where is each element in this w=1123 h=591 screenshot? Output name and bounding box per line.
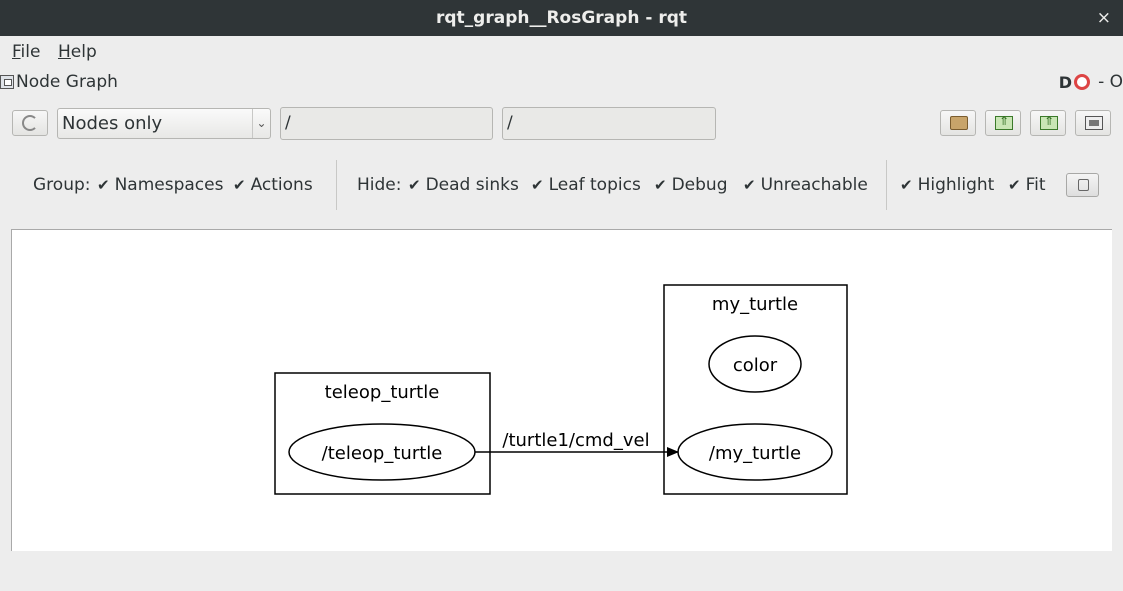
checkbox-checked-icon: ✔	[97, 176, 110, 194]
close-icon[interactable]: ×	[1097, 0, 1111, 36]
unreachable-label: Unreachable	[760, 175, 868, 195]
group-label: Group:	[33, 175, 91, 195]
topic-filter-input[interactable]: /	[502, 107, 716, 140]
checkbox-checked-icon: ✔	[743, 176, 756, 194]
hide-label: Hide:	[357, 175, 402, 195]
menu-help[interactable]: Help	[58, 42, 97, 62]
graph-edge-label: /turtle1/cmd_vel	[502, 430, 649, 451]
menu-help-label: elp	[70, 42, 97, 62]
dead-sinks-label: Dead sinks	[425, 175, 519, 195]
window-titlebar: rqt_graph__RosGraph - rqt ×	[0, 0, 1123, 36]
checkbox-checked-icon: ✔	[654, 176, 667, 194]
highlight-checkbox[interactable]: ✔ Highlight	[900, 175, 994, 195]
options-bar: Group: ✔ Namespaces ✔ Actions Hide: ✔ Dead …	[0, 155, 1123, 215]
namespaces-label: Namespaces	[114, 175, 224, 195]
fit-view-icon	[1078, 179, 1089, 191]
cluster-label: my_turtle	[712, 294, 798, 315]
dock-d-icon[interactable]: D	[1059, 73, 1072, 92]
checkbox-checked-icon: ✔	[900, 176, 913, 194]
leaf-topics-label: Leaf topics	[548, 175, 641, 195]
actions-label: Actions	[250, 175, 313, 195]
graph-svg: teleop_turtle my_turtle /teleop_turtle c…	[274, 284, 848, 495]
debug-checkbox[interactable]: ✔ Debug	[654, 175, 727, 195]
export-dot-icon	[995, 114, 1013, 130]
menubar: File Help	[0, 36, 1123, 68]
plugin-title-bar: Node Graph	[0, 72, 118, 92]
refresh-button[interactable]	[12, 110, 48, 136]
refresh-icon	[22, 115, 38, 131]
node-filter-input[interactable]: /	[280, 107, 493, 140]
save-svg-button[interactable]	[1030, 110, 1066, 136]
window-title: rqt_graph__RosGraph - rqt	[435, 8, 687, 28]
menu-file-mnemonic: F	[12, 42, 21, 62]
checkbox-checked-icon: ✔	[1008, 176, 1021, 194]
actions-checkbox[interactable]: ✔ Actions	[233, 175, 313, 195]
checkbox-checked-icon: ✔	[408, 176, 421, 194]
leaf-topics-checkbox[interactable]: ✔ Leaf topics	[531, 175, 641, 195]
menu-file[interactable]: File	[12, 42, 40, 62]
graph-node-label: /teleop_turtle	[322, 443, 443, 464]
fit-label: Fit	[1025, 175, 1046, 195]
help-lifebuoy-icon[interactable]	[1074, 74, 1091, 90]
cluster-label: teleop_turtle	[325, 382, 440, 403]
fit-in-view-button[interactable]	[1066, 173, 1099, 197]
dead-sinks-checkbox[interactable]: ✔ Dead sinks	[408, 175, 519, 195]
load-dot-button[interactable]	[940, 110, 976, 136]
dock-minimize-close[interactable]: - O	[1098, 72, 1123, 92]
save-image-icon	[1085, 116, 1103, 130]
plugin-window-icon	[0, 75, 14, 89]
export-svg-icon	[1040, 114, 1058, 130]
menu-help-mnemonic: H	[58, 42, 71, 62]
checkbox-checked-icon: ✔	[233, 176, 246, 194]
fit-checkbox[interactable]: ✔ Fit	[1008, 175, 1046, 195]
namespaces-checkbox[interactable]: ✔ Namespaces	[97, 175, 223, 195]
dock-controls: D - O	[1059, 72, 1123, 92]
graph-mode-select[interactable]: Nodes only ⌄	[57, 108, 271, 139]
save-image-button[interactable]	[1075, 110, 1111, 136]
chevron-down-icon: ⌄	[252, 109, 270, 138]
graph-node-label: color	[733, 355, 778, 376]
unreachable-checkbox[interactable]: ✔ Unreachable	[743, 175, 868, 195]
separator	[886, 160, 887, 210]
folder-icon	[950, 116, 968, 130]
checkbox-checked-icon: ✔	[531, 176, 544, 194]
graph-node-label: /my_turtle	[709, 443, 801, 464]
plugin-title: Node Graph	[16, 72, 118, 92]
graph-mode-value: Nodes only	[62, 113, 163, 134]
save-dot-button[interactable]	[985, 110, 1021, 136]
graph-canvas[interactable]: teleop_turtle my_turtle /teleop_turtle c…	[11, 229, 1112, 551]
highlight-label: Highlight	[917, 175, 995, 195]
menu-file-label: ile	[20, 42, 41, 62]
separator	[336, 160, 337, 210]
debug-label: Debug	[671, 175, 728, 195]
